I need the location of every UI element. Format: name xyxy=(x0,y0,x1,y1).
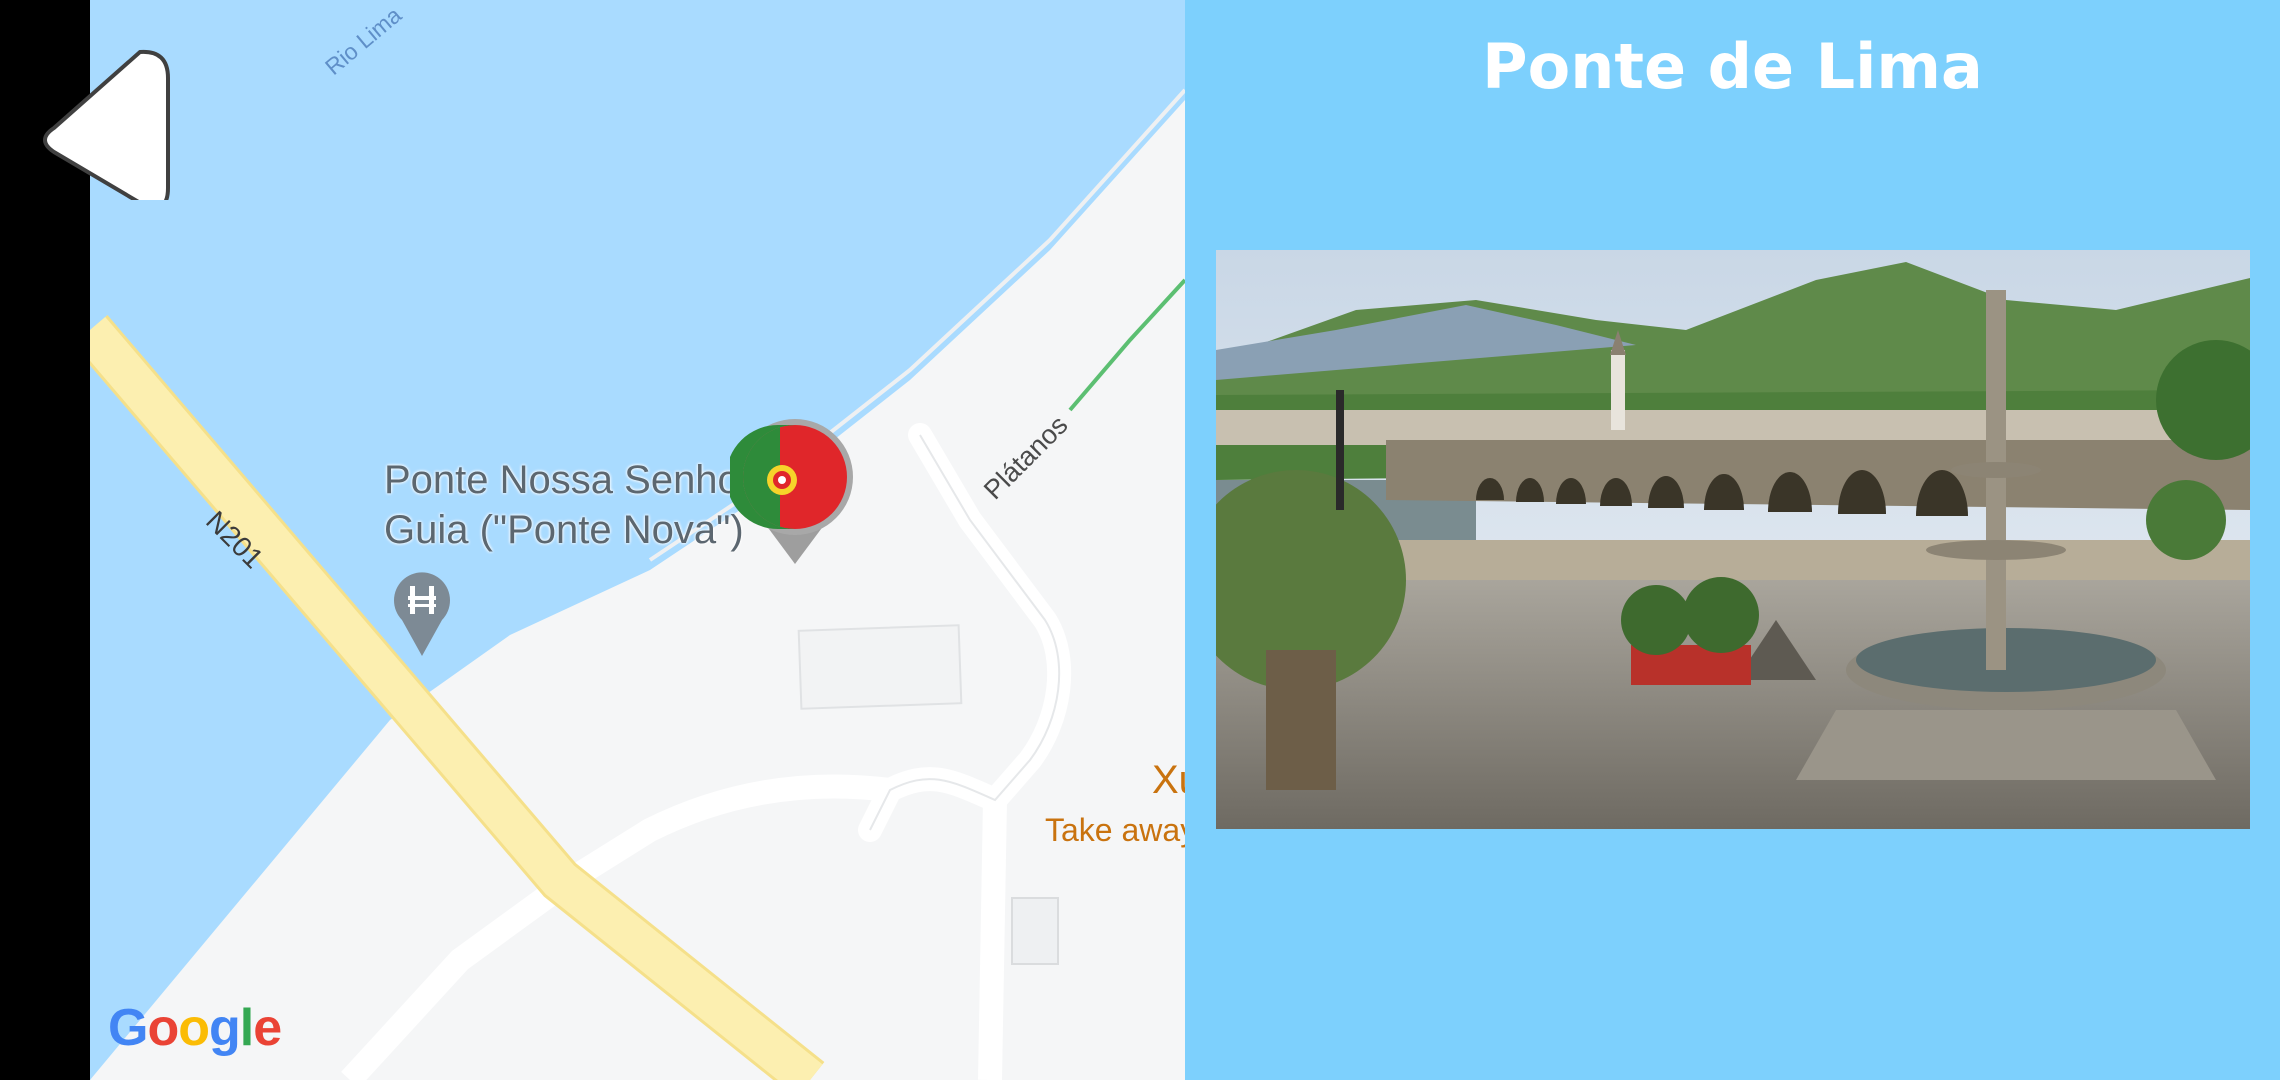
portugal-flag-icon[interactable] xyxy=(730,412,860,567)
restaurant-type-label: Take away xyxy=(1045,812,1185,848)
poi-label-line2: Guia ("Ponte Nova") xyxy=(384,508,744,552)
detail-panel: Ponte de Lima xyxy=(1185,0,2280,1080)
map-view[interactable]: Rio Lima N201 Plátanos Ponte Nossa Senho… xyxy=(90,0,1185,1080)
back-button[interactable] xyxy=(40,40,200,200)
restaurant-label[interactable]: Xu xyxy=(1152,758,1185,803)
back-triangle-icon xyxy=(43,49,170,200)
google-logo: Google xyxy=(108,999,282,1057)
poi-label[interactable]: Ponte Nossa Senhora da Guia ("Ponte Nova… xyxy=(384,455,754,565)
bridge-icon[interactable] xyxy=(390,568,454,658)
panel-title: Ponte de Lima xyxy=(1482,30,1983,103)
poi-label-line1: Ponte Nossa Senhora da xyxy=(384,458,754,502)
ponte-de-lima-photo xyxy=(1216,250,2250,829)
